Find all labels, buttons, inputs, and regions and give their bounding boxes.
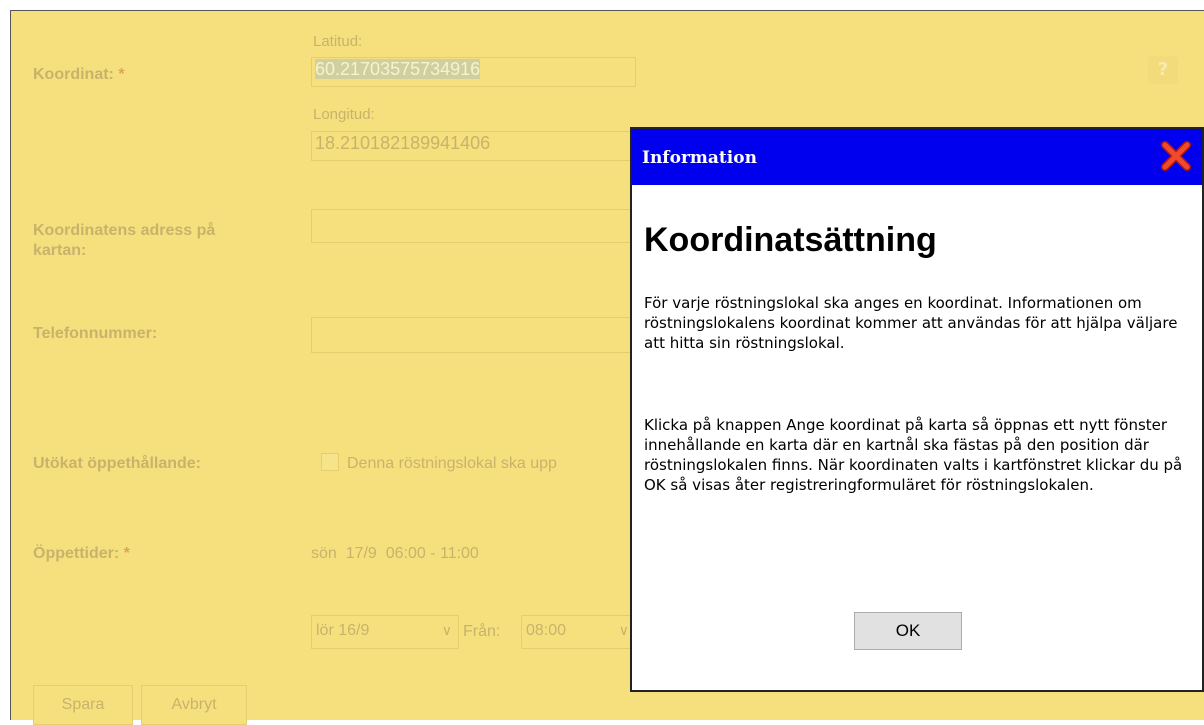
latitude-input[interactable]: 60.21703575734916	[311, 57, 636, 87]
phone-label: Telefonnummer:	[33, 325, 158, 342]
close-icon[interactable]	[1158, 138, 1194, 174]
coordinate-label: Koordinat: *	[33, 66, 125, 83]
address-label: Koordinatens adress på kartan:	[33, 222, 216, 259]
chevron-down-icon: ∨	[618, 622, 629, 638]
help-icon[interactable]: ?	[1148, 56, 1178, 84]
longitude-value: 18.210182189941406	[315, 133, 491, 153]
extended-hours-checkbox[interactable]	[321, 453, 339, 471]
from-label: Från:	[463, 623, 501, 640]
extended-hours-label: Utökat öppethållande:	[33, 455, 202, 472]
save-button[interactable]: Spara	[33, 685, 133, 725]
phone-input[interactable]	[311, 317, 636, 353]
dialog-paragraph-1: För varje röstningslokal ska anges en ko…	[644, 294, 1178, 352]
required-mark: *	[118, 66, 125, 83]
opening-hours-entry: sön 17/9 06:00 - 11:00	[311, 545, 479, 562]
required-mark-opening: *	[123, 545, 130, 562]
dialog-title: Information	[642, 148, 757, 168]
latitude-value: 60.21703575734916	[315, 59, 481, 79]
address-input[interactable]	[311, 209, 636, 243]
longitude-input[interactable]: 18.210182189941406	[311, 131, 636, 161]
chevron-down-icon: ∨	[441, 622, 452, 638]
dialog-titlebar: Information	[632, 129, 1202, 185]
ok-button[interactable]: OK	[854, 612, 962, 650]
cancel-button[interactable]: Avbryt	[141, 685, 247, 725]
day-select[interactable]: lör 16/9 ∨	[311, 615, 459, 649]
from-time-select[interactable]: 08:00 ∨	[521, 615, 636, 649]
latitude-label: Latitud:	[313, 33, 363, 50]
extended-hours-checkbox-text: Denna röstningslokal ska upp	[347, 455, 557, 472]
dialog-paragraph-2: Klicka på knappen Ange koordinat på kart…	[644, 416, 1183, 494]
longitude-label: Longitud:	[313, 106, 375, 123]
opening-hours-label: Öppettider: *	[33, 545, 130, 562]
information-dialog: Information Koordinatsättning För varje …	[630, 127, 1204, 692]
dialog-heading: Koordinatsättning	[644, 221, 937, 259]
